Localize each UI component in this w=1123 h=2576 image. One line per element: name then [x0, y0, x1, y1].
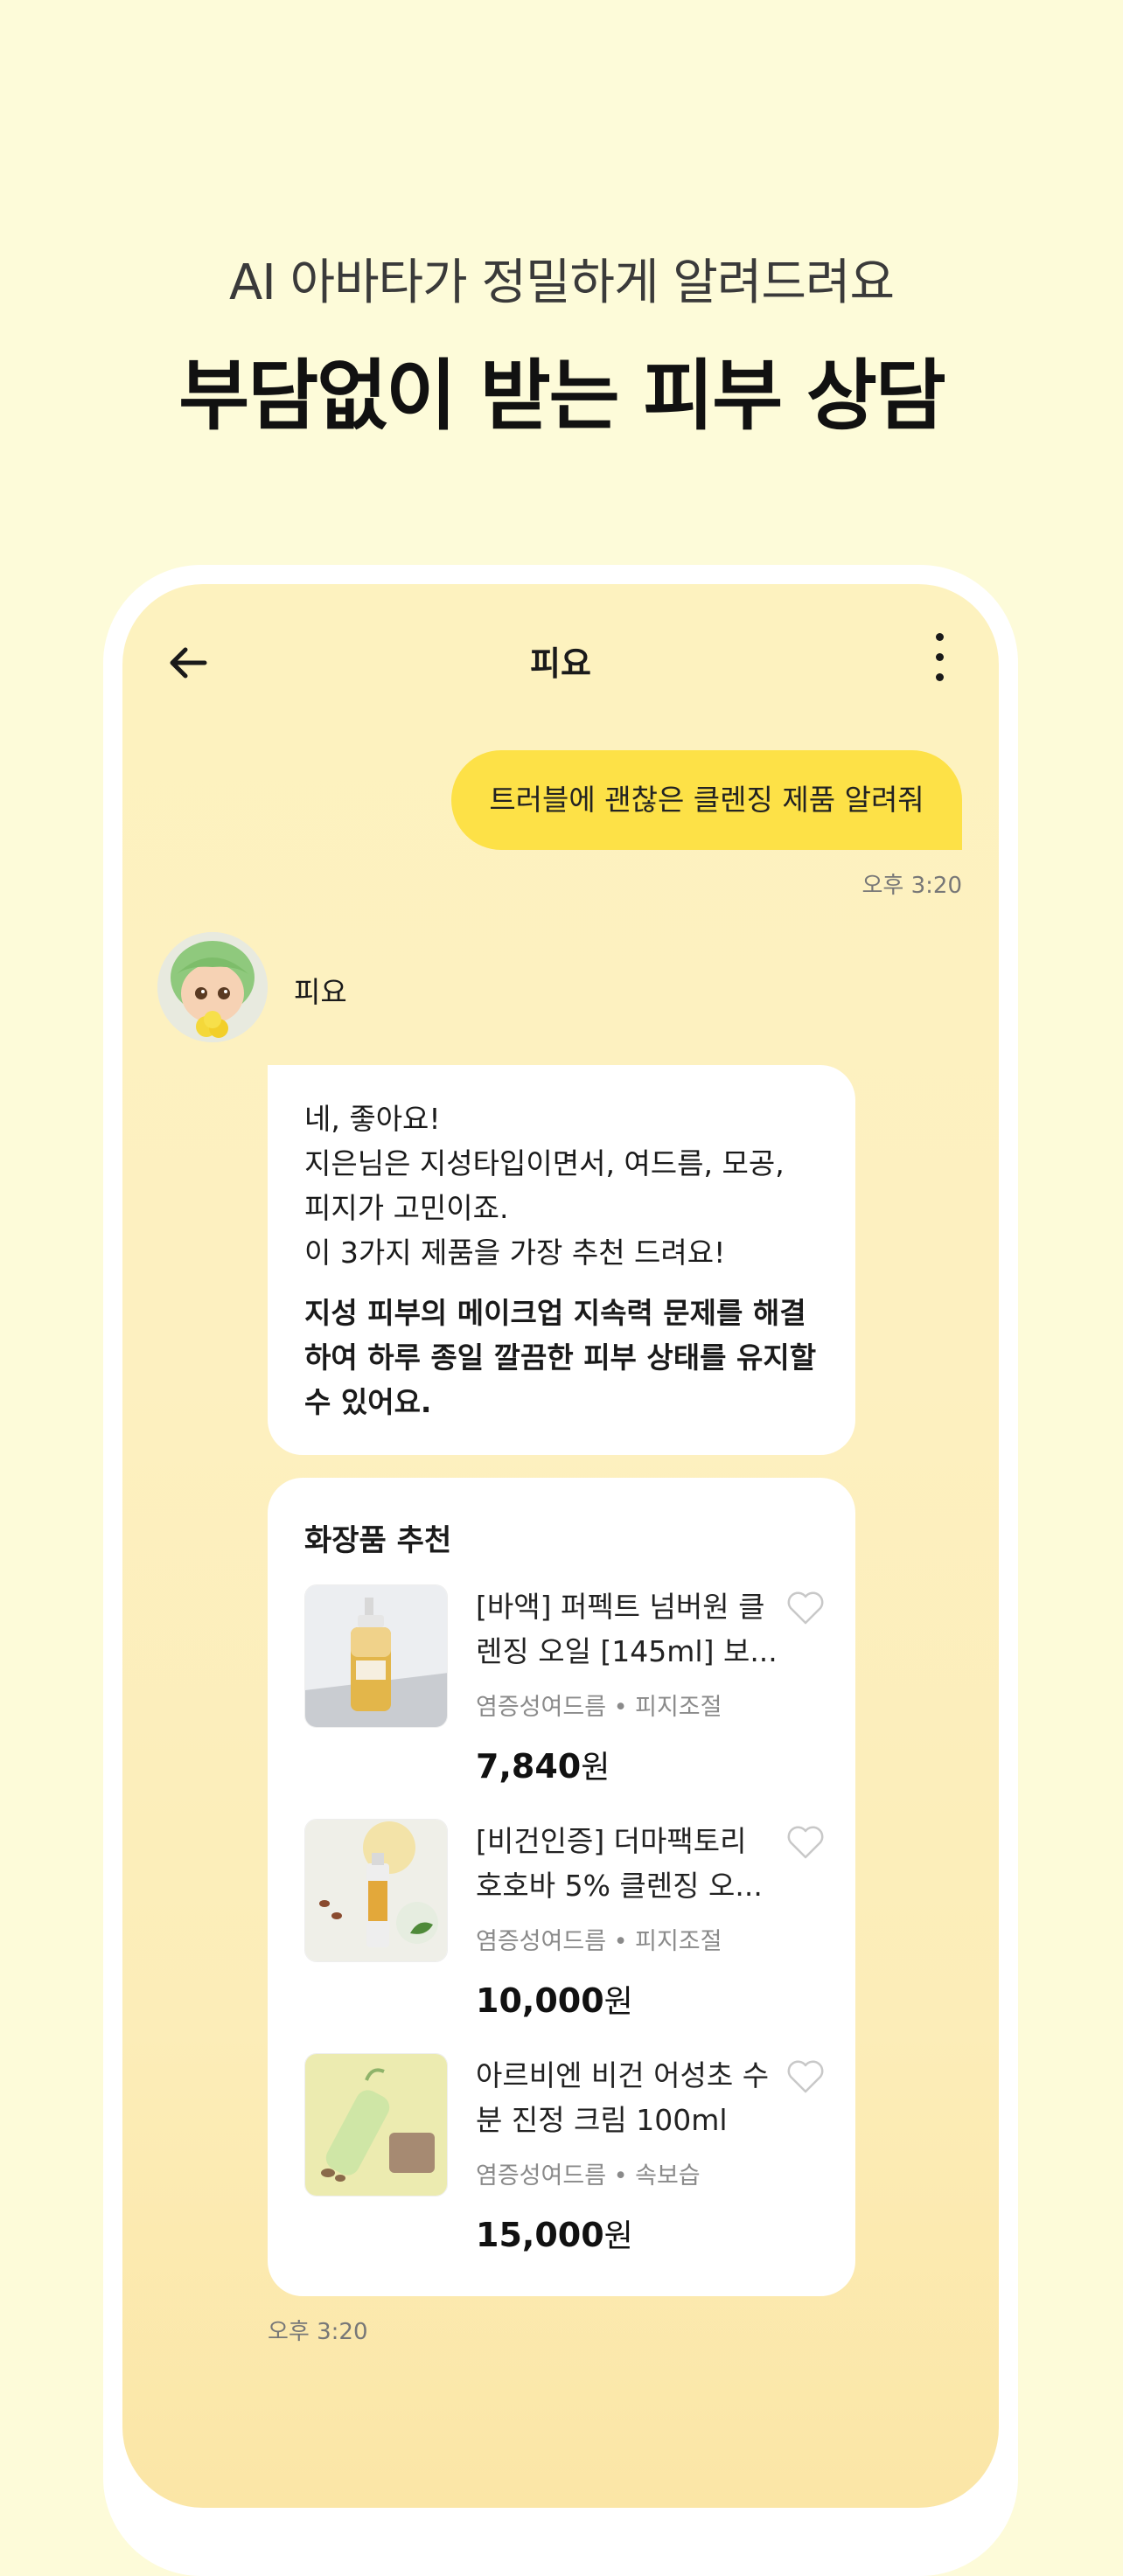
- page-title: 피요: [530, 644, 591, 683]
- product-price: 10,000원: [476, 1976, 633, 2022]
- bot-message-time: 오후 3:20: [268, 2319, 368, 2345]
- product-price: 7,840원: [476, 1742, 610, 1787]
- price-unit: 원: [581, 1750, 610, 1786]
- product-item[interactable]: [비건인증] 더마팩토리 호호바 5% 클렌징 오... 염증성여드름 • 피지…: [304, 1819, 829, 2020]
- favorite-button[interactable]: [785, 2058, 826, 2095]
- bot-line: 피지가 고민이죠.: [304, 1191, 509, 1225]
- bot-line: 네, 좋아요!: [304, 1102, 441, 1136]
- product-name[interactable]: 아르비엔 비건 어성초 수분 진정 크림 100ml: [476, 2053, 782, 2142]
- price-value: 10,000: [476, 1981, 604, 2020]
- product-item[interactable]: [바액] 퍼펙트 넘버원 클렌징 오일 [145ml] 보... 염증성여드름 …: [304, 1584, 829, 1786]
- calming-cream-image: [305, 2054, 447, 2196]
- price-value: 7,840: [476, 1747, 582, 1786]
- cleansing-oil-image: [305, 1585, 447, 1727]
- bot-message-bubble: 네, 좋아요! 지은님은 지성타입이면서, 여드름, 모공, 피지가 고민이죠.…: [268, 1065, 855, 1455]
- product-tags: 염증성여드름 • 피지조절: [476, 1928, 722, 1955]
- price-value: 15,000: [476, 2216, 604, 2254]
- favorite-button[interactable]: [785, 1590, 826, 1626]
- heart-icon: [787, 1591, 824, 1625]
- hero-subtitle: AI 아바타가 정밀하게 알려드려요: [229, 254, 895, 311]
- product-thumbnail[interactable]: [304, 1819, 448, 1962]
- price-unit: 원: [603, 1984, 633, 2020]
- more-vertical-icon: [936, 633, 944, 641]
- heart-icon: [787, 2060, 824, 2093]
- product-tags: 염증성여드름 • 피지조절: [476, 1694, 722, 1721]
- heart-icon: [787, 1826, 824, 1859]
- avatar-image: [157, 932, 268, 1042]
- more-button[interactable]: [918, 630, 962, 686]
- recommendation-card: 화장품 추천 [바액] 퍼펙트 넘버원 클렌징 오일 [145ml] 보... …: [268, 1478, 855, 2296]
- bot-line: 지은님은 지성타입이면서, 여드름, 모공,: [304, 1146, 785, 1180]
- navbar: 피요: [122, 584, 999, 715]
- bot-strong-text: 지성 피부의 메이크업 지속력 문제를 해결하여 하루 종일 깔끔한 피부 상태…: [304, 1296, 817, 1419]
- product-name[interactable]: [바액] 퍼펙트 넘버원 클렌징 오일 [145ml] 보...: [476, 1584, 782, 1674]
- favorite-button[interactable]: [785, 1824, 826, 1861]
- product-name[interactable]: [비건인증] 더마팩토리 호호바 5% 클렌징 오...: [476, 1819, 782, 1908]
- product-thumbnail[interactable]: [304, 2053, 448, 2197]
- price-unit: 원: [603, 2218, 633, 2254]
- recommendation-title: 화장품 추천: [304, 1523, 452, 1558]
- user-message-time: 오후 3:20: [861, 873, 963, 899]
- bot-name: 피요: [294, 975, 347, 1009]
- bot-line: 이 3가지 제품을 가장 추천 드려요!: [304, 1236, 726, 1270]
- user-message-bubble: 트러블에 괜찮은 클렌징 제품 알려줘: [451, 750, 962, 850]
- product-price: 15,000원: [476, 2210, 633, 2256]
- product-item[interactable]: 아르비엔 비건 어성초 수분 진정 크림 100ml 염증성여드름 • 속보습 …: [304, 2053, 829, 2254]
- hero-title: 부담없이 받는 피부 상담: [178, 351, 946, 441]
- avatar[interactable]: [157, 932, 268, 1042]
- product-thumbnail[interactable]: [304, 1584, 448, 1728]
- jojoba-cleanser-image: [305, 1820, 447, 1961]
- product-tags: 염증성여드름 • 속보습: [476, 2162, 701, 2190]
- chat-screen: 피요 트러블에 괜찮은 클렌징 제품 알려줘 오후 3:20 피요 네, 좋아요…: [122, 584, 999, 2508]
